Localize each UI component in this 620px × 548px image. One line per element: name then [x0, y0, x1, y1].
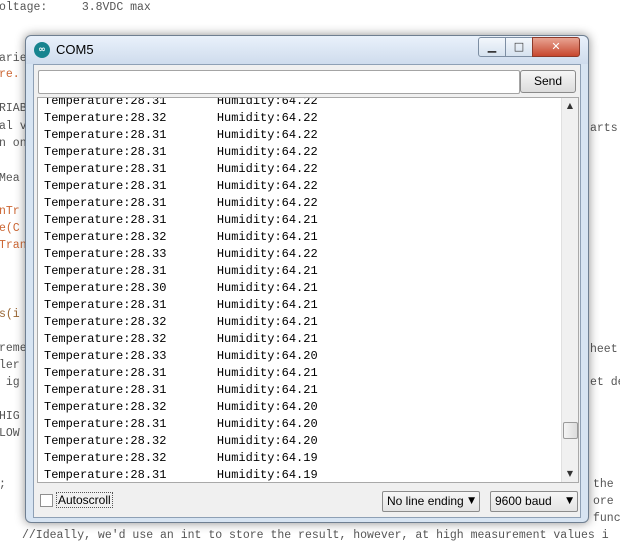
output-line: Temperature:28.31 Humidity:64.21 [44, 383, 318, 397]
output-line: Temperature:28.31 Humidity:64.22 [44, 128, 318, 142]
code-line: HIG [0, 410, 20, 423]
code-line: arie [0, 52, 27, 65]
code-line: oltage: 3.8VDC max [0, 1, 151, 14]
code-line: nTr [0, 205, 20, 218]
code-line: Mea [0, 172, 20, 185]
output-line: Temperature:28.31 Humidity:64.22 [44, 97, 318, 108]
close-button[interactable]: ✕ [532, 37, 580, 57]
autoscroll-label[interactable]: Autoscroll [56, 492, 113, 508]
code-fragment: funct [593, 512, 620, 525]
code-fragment: heet [590, 343, 618, 356]
code-line: e(C [0, 222, 20, 235]
serial-output[interactable]: Temperature:28.31 Humidity:64.22 Tempera… [37, 97, 579, 483]
output-line: Temperature:28.31 Humidity:64.21 [44, 213, 318, 227]
maximize-button[interactable]: □ [505, 37, 533, 57]
scroll-up-icon[interactable]: ▲ [562, 98, 578, 114]
window-title: COM5 [56, 42, 94, 57]
code-line: //Ideally, we'd use an int to store the … [22, 529, 609, 542]
code-line: re. [0, 68, 20, 81]
output-line: Temperature:28.32 Humidity:64.19 [44, 451, 318, 465]
output-line: Temperature:28.32 Humidity:64.20 [44, 400, 318, 414]
output-line: Temperature:28.32 Humidity:64.21 [44, 332, 318, 346]
code-fragment: the [593, 478, 614, 491]
output-line: Temperature:28.31 Humidity:64.19 [44, 468, 318, 482]
line-ending-select[interactable]: No line ending ▼ [382, 491, 480, 512]
baud-rate-value: 9600 baud [495, 494, 552, 508]
bottom-bar: Autoscroll No line ending ▼ 9600 baud ▼ [34, 485, 580, 517]
output-line: Temperature:28.32 Humidity:64.21 [44, 230, 318, 244]
window-client-area: Send Temperature:28.31 Humidity:64.22 Te… [33, 64, 581, 518]
output-line: Temperature:28.32 Humidity:64.22 [44, 111, 318, 125]
baud-rate-select[interactable]: 9600 baud ▼ [490, 491, 578, 512]
code-line: s(i [0, 308, 20, 321]
line-ending-value: No line ending [387, 494, 464, 508]
output-line: Temperature:28.31 Humidity:64.21 [44, 366, 318, 380]
output-line: Temperature:28.32 Humidity:64.20 [44, 434, 318, 448]
code-fragment: et de [590, 376, 620, 389]
scroll-down-icon[interactable]: ▼ [562, 466, 578, 482]
vertical-scrollbar[interactable]: ▲ ▼ [561, 98, 578, 482]
output-line: Temperature:28.31 Humidity:64.21 [44, 264, 318, 278]
minimize-button[interactable]: ▁ [478, 37, 506, 57]
send-button[interactable]: Send [520, 70, 576, 93]
code-line: reme [0, 342, 27, 355]
autoscroll-checkbox[interactable] [40, 494, 53, 507]
output-line: Temperature:28.31 Humidity:64.21 [44, 298, 318, 312]
output-line: Temperature:28.33 Humidity:64.20 [44, 349, 318, 363]
output-line: Temperature:28.33 Humidity:64.22 [44, 247, 318, 261]
code-line: ig [0, 376, 20, 389]
scroll-thumb[interactable] [563, 422, 578, 439]
minimize-icon: ▁ [487, 40, 497, 53]
output-line: Temperature:28.32 Humidity:64.21 [44, 315, 318, 329]
arduino-icon: ∞ [34, 42, 50, 58]
chevron-down-icon: ▼ [468, 496, 475, 506]
code-line: LOW [0, 427, 20, 440]
code-line: Tran [0, 239, 27, 252]
output-line: Temperature:28.31 Humidity:64.20 [44, 417, 318, 431]
output-line: Temperature:28.31 Humidity:64.22 [44, 145, 318, 159]
title-bar[interactable]: ∞ COM5 ▁ □ ✕ [26, 36, 588, 64]
send-input[interactable] [38, 70, 520, 94]
code-fragment: arts [590, 122, 618, 135]
code-fragment: ore [593, 495, 614, 508]
code-line: al v [0, 120, 27, 133]
serial-monitor-window: ∞ COM5 ▁ □ ✕ Send Temperature:28.31 Humi… [25, 35, 589, 523]
maximize-icon: □ [513, 40, 525, 53]
code-line: RIAB [0, 102, 27, 115]
code-line: ler [0, 359, 20, 372]
close-icon: ✕ [551, 40, 561, 53]
chevron-down-icon: ▼ [566, 496, 573, 506]
output-line: Temperature:28.31 Humidity:64.22 [44, 162, 318, 176]
output-line: Temperature:28.30 Humidity:64.21 [44, 281, 318, 295]
serial-output-lines: Temperature:28.31 Humidity:64.22 Tempera… [44, 97, 318, 482]
code-line: ; [0, 478, 6, 492]
code-line: n on [0, 137, 27, 150]
output-line: Temperature:28.31 Humidity:64.22 [44, 196, 318, 210]
output-line: Temperature:28.31 Humidity:64.22 [44, 179, 318, 193]
